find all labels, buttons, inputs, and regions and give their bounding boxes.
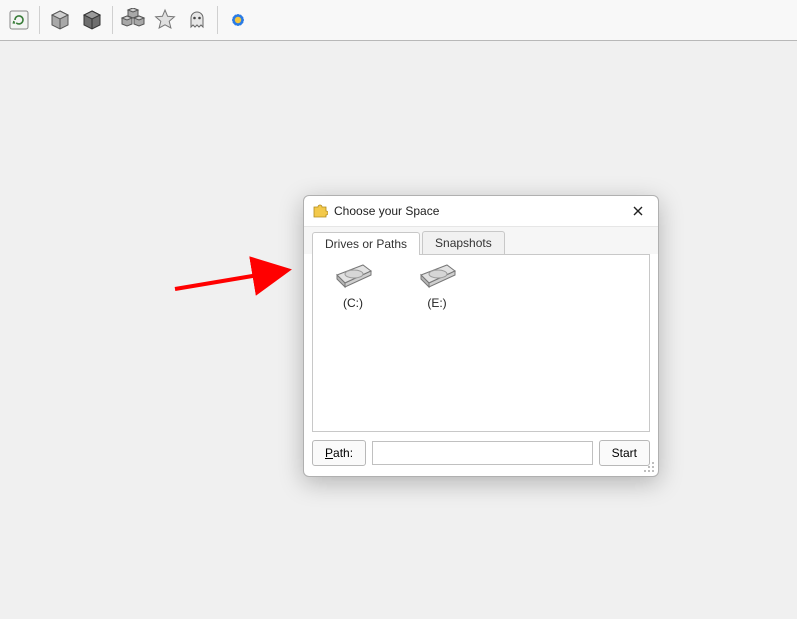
cube-icon [48,8,72,32]
close-icon [632,205,644,217]
path-input[interactable] [372,441,593,465]
dialog-titlebar: Choose your Space [304,196,658,227]
drive-item-c[interactable]: (C:) [321,263,385,423]
drive-label: (C:) [321,296,385,310]
tab-drives[interactable]: Drives or Paths [312,232,420,255]
cubes-button[interactable] [118,5,148,35]
cube-button[interactable] [45,5,75,35]
flower-icon [226,8,250,32]
puzzle-icon [312,203,328,219]
flower-button[interactable] [223,5,253,35]
cube-dark-icon [80,8,104,32]
path-button-rest: ath: [333,446,353,460]
cube-dark-button[interactable] [77,5,107,35]
choose-space-dialog: Choose your Space Drives or Paths Snapsh… [303,195,659,477]
resize-grip-icon[interactable] [642,460,656,474]
main-toolbar [0,0,797,41]
refresh-icon [8,9,30,31]
star-icon [153,8,177,32]
drive-label: (E:) [405,296,469,310]
hard-drive-icon [333,263,373,289]
toolbar-separator [217,6,218,34]
toolbar-separator [39,6,40,34]
ghost-button[interactable] [182,5,212,35]
tab-snapshots[interactable]: Snapshots [422,231,505,254]
ghost-icon [185,8,209,32]
star-button[interactable] [150,5,180,35]
cubes-icon [120,8,146,32]
close-button[interactable] [624,200,652,222]
toolbar-separator [112,6,113,34]
dialog-tabs: Drives or Paths Snapshots [304,227,658,254]
dialog-bottom-row: Path: Start [304,440,658,476]
hard-drive-icon [417,263,457,289]
annotation-arrow [170,254,300,304]
dialog-title: Choose your Space [334,204,624,218]
path-button[interactable]: Path: [312,440,366,466]
drive-item-e[interactable]: (E:) [405,263,469,423]
drives-list: (C:) (E:) [312,254,650,432]
refresh-button[interactable] [4,5,34,35]
